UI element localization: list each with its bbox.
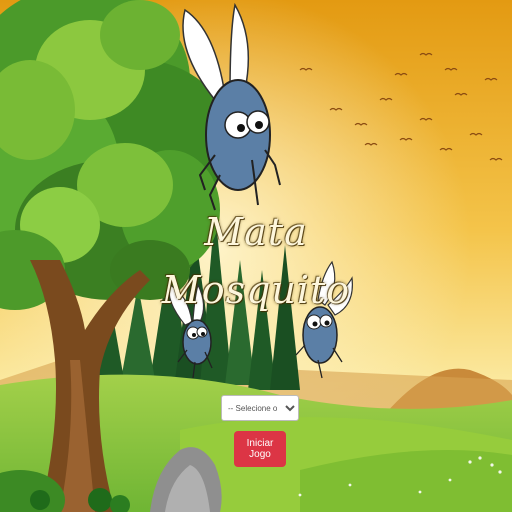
game-title-line1: Mata: [204, 210, 308, 254]
start-game-button[interactable]: Iniciar Jogo: [234, 431, 286, 467]
game-title-line2: Mosquito: [161, 268, 351, 312]
level-select[interactable]: -- Selecione o Nível --: [221, 395, 299, 421]
